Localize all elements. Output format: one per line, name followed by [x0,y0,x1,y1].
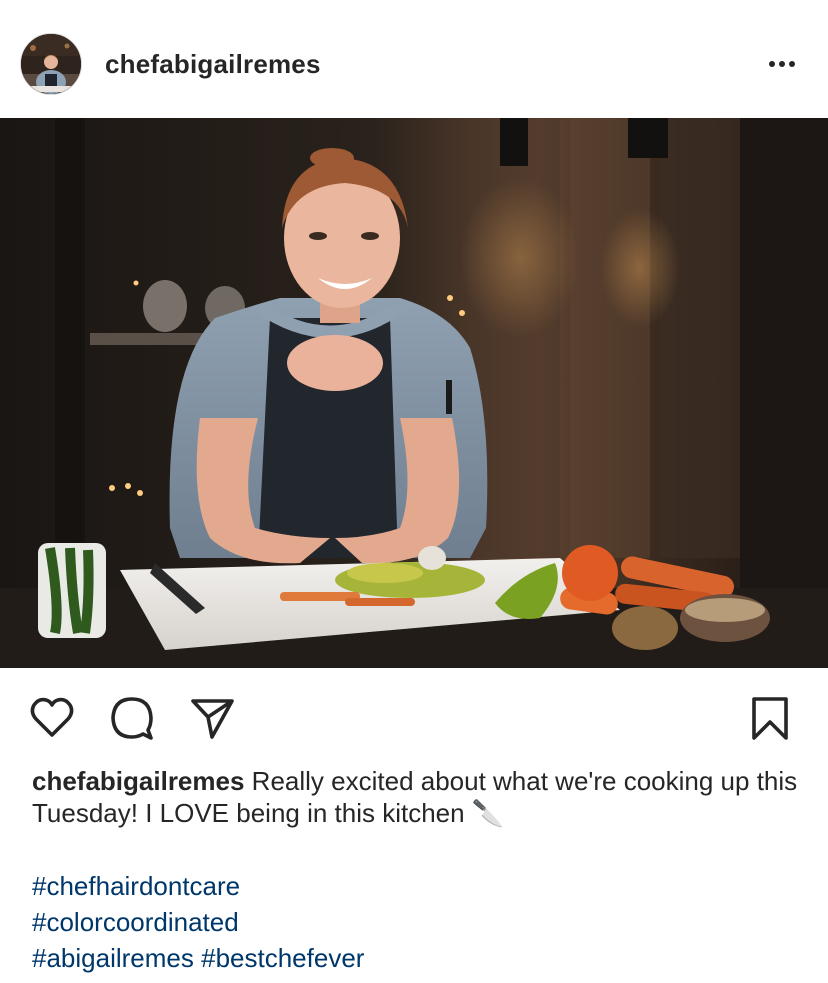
hashtag-link[interactable]: #bestchefever [201,943,364,973]
save-button[interactable] [746,694,794,742]
paper-plane-icon [191,699,234,739]
hashtag-link[interactable]: #colorcoordinated [32,907,239,937]
like-button[interactable] [28,694,76,742]
more-options-button[interactable] [764,52,804,76]
comment-icon [111,697,153,740]
more-icon [769,61,795,67]
hashtag-link[interactable]: #chefhairdontcare [32,871,240,901]
post-image[interactable] [0,118,828,668]
knife-emoji: 🔪 [471,798,505,828]
hashtag-link[interactable]: #abigailremes [32,943,194,973]
post-username[interactable]: chefabigailremes [105,49,321,79]
heart-icon [30,697,74,737]
post-actions [0,668,828,768]
post-caption: chefabigailremes Really excited about wh… [32,765,802,829]
bookmark-icon [752,697,788,740]
share-button[interactable] [188,694,236,742]
avatar[interactable] [20,33,82,95]
post-header: chefabigailremes [0,0,828,118]
caption-username[interactable]: chefabigailremes [32,766,244,796]
comment-button[interactable] [108,694,156,742]
avatar-image [21,34,81,94]
hashtag-list: #chefhairdontcare #colorcoordinated #abi… [32,868,364,976]
post-photo [0,118,828,668]
